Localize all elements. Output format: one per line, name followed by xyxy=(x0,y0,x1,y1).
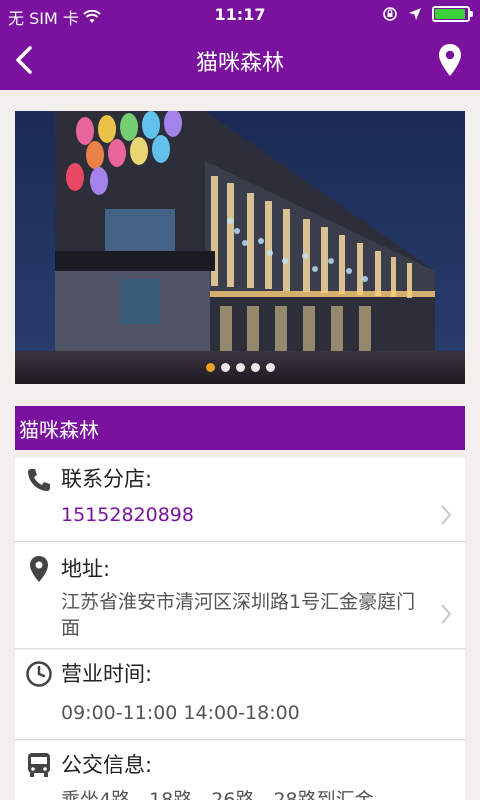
nav-bar: 猫咪森林 xyxy=(0,30,480,90)
contact-phone[interactable]: 15152820898 xyxy=(61,502,431,528)
status-bar: 无 SIM 卡 11:17 xyxy=(0,0,480,30)
carousel-dot[interactable] xyxy=(235,363,245,372)
location-arrow-icon xyxy=(409,8,421,20)
location-pin-icon xyxy=(30,556,48,582)
hours-text: 09:00-11:00 14:00-18:00 xyxy=(61,702,300,724)
address-text: 江苏省淮安市清河区深圳路1号汇金豪庭门面 xyxy=(61,591,416,639)
phone-icon xyxy=(28,469,50,491)
chevron-right-icon xyxy=(441,604,452,624)
carousel-dot[interactable] xyxy=(265,363,275,372)
clock-icon xyxy=(26,661,52,687)
contact-section[interactable]: 联系分店: 15152820898 xyxy=(15,458,465,542)
battery-level-fill xyxy=(435,9,466,19)
chevron-right-icon xyxy=(441,505,452,525)
location-pin-icon[interactable] xyxy=(438,43,462,77)
carousel-dot[interactable] xyxy=(205,363,215,372)
bus-text: 乘坐4路、18路、26路、28路到汇金 xyxy=(61,789,374,800)
store-photo xyxy=(15,111,465,384)
status-right-group xyxy=(382,6,473,22)
store-name-bar: 猫咪森林 xyxy=(15,406,465,450)
carousel-dot[interactable] xyxy=(250,363,260,372)
store-photo-carousel[interactable] xyxy=(15,111,465,384)
contact-label: 联系分店: xyxy=(61,467,153,491)
bus-label: 公交信息: xyxy=(61,753,153,777)
carousel-dots xyxy=(15,363,465,372)
store-name: 猫咪森林 xyxy=(19,418,99,442)
bus-icon xyxy=(28,753,50,777)
bus-section: 公交信息: 乘坐4路、18路、26路、28路到汇金 xyxy=(15,741,465,800)
carousel-dot[interactable] xyxy=(220,363,230,372)
battery-icon xyxy=(432,6,473,22)
hours-label: 营业时间: xyxy=(61,662,153,686)
address-section[interactable]: 地址: 江苏省淮安市清河区深圳路1号汇金豪庭门面 xyxy=(15,543,465,649)
hours-section: 营业时间: 09:00-11:00 14:00-18:00 xyxy=(15,650,465,740)
page-title: 猫咪森林 xyxy=(195,51,284,76)
address-label: 地址: xyxy=(61,557,111,581)
orientation-lock-icon xyxy=(383,7,397,21)
